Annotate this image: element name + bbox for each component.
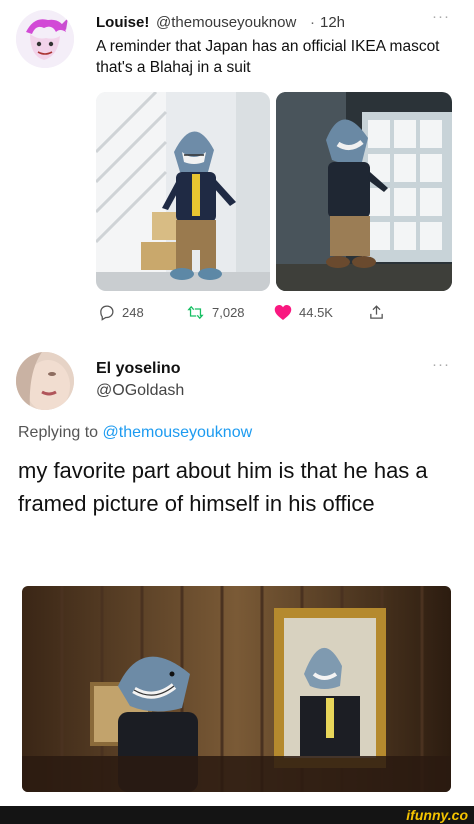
author-name[interactable]: El yoselino	[96, 360, 180, 378]
share-button[interactable]	[368, 304, 385, 321]
ifunny-logo: ifunny.co	[406, 807, 468, 823]
heart-icon	[274, 305, 292, 320]
watermark-bar	[0, 806, 474, 824]
avatar-image	[16, 10, 74, 68]
shark-framed-portrait-image	[22, 586, 451, 792]
like-count: 44.5K	[299, 305, 333, 320]
more-options-icon[interactable]: ···	[432, 356, 450, 373]
replying-to-line: Replying to @themouseyouknow	[18, 424, 252, 442]
retweet-count: 7,028	[212, 305, 245, 320]
shark-mascot-office-image	[276, 92, 452, 291]
author-handle[interactable]: @themouseyouknow	[156, 14, 296, 31]
like-button[interactable]: 44.5K	[274, 304, 333, 321]
retweet-icon	[187, 305, 204, 320]
avatar-image	[16, 352, 74, 410]
separator-dot: ·	[310, 14, 315, 31]
replying-to-label: Replying to	[18, 424, 99, 441]
tweet-photo-3[interactable]	[22, 586, 451, 792]
tweet-text: my favorite part about him is that he ha…	[18, 458, 428, 516]
mention-link[interactable]: @themouseyouknow	[103, 424, 253, 441]
retweet-button[interactable]: 7,028	[186, 304, 245, 321]
author-handle[interactable]: @OGoldash	[96, 382, 184, 400]
reply-icon	[100, 305, 114, 321]
avatar[interactable]	[16, 352, 74, 410]
reply-button[interactable]: 248	[98, 304, 144, 321]
shark-mascot-stairwell-image	[96, 92, 270, 291]
reply-count: 248	[122, 305, 144, 320]
author-name[interactable]: Louise!	[96, 14, 149, 31]
avatar[interactable]	[16, 10, 74, 68]
tweet-timestamp[interactable]: 12h	[320, 14, 345, 31]
tweet-photo-1[interactable]	[96, 92, 270, 291]
tweet-text: A reminder that Japan has an official IK…	[96, 38, 440, 76]
more-options-icon[interactable]: ···	[432, 8, 450, 25]
share-icon	[370, 305, 383, 319]
tweet-photo-2[interactable]	[276, 92, 452, 291]
